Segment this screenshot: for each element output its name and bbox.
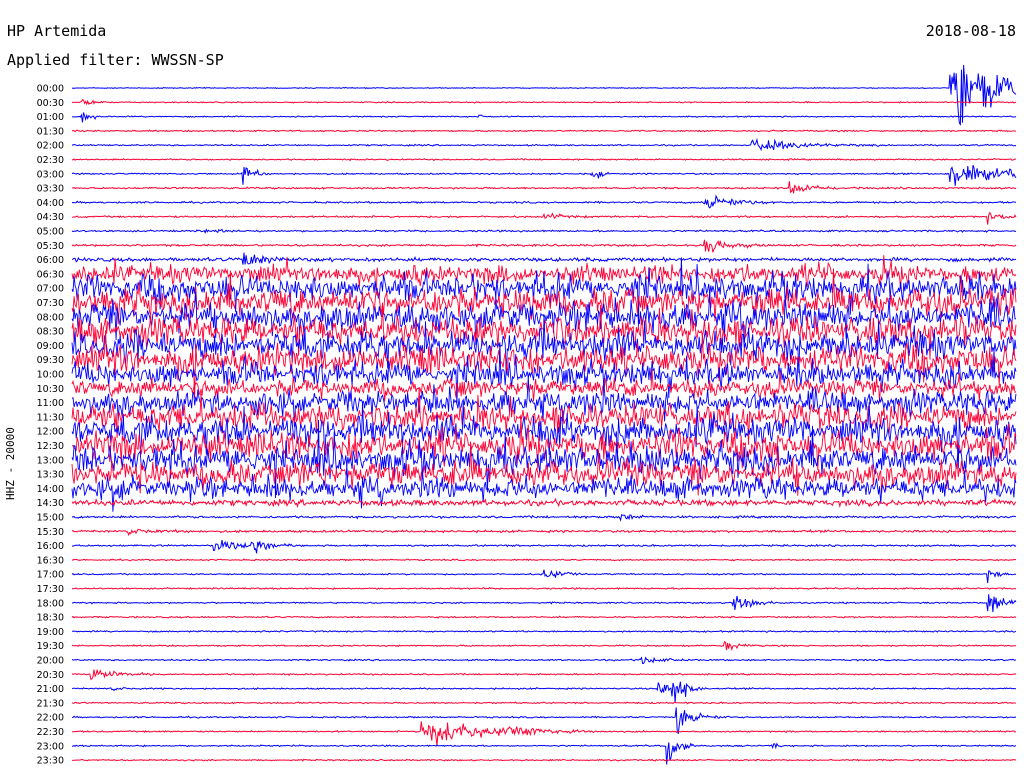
time-tick-label: 01:30 — [37, 126, 64, 137]
time-tick-label: 11:00 — [37, 398, 64, 409]
trace-line — [71, 758, 1017, 762]
trace-line — [71, 656, 1017, 665]
trace-line — [71, 669, 1017, 681]
trace-line — [71, 742, 1017, 765]
trace-line — [72, 629, 1017, 633]
trace-line — [71, 539, 1017, 554]
trace-line — [71, 239, 1017, 253]
time-tick-label: 03:30 — [37, 184, 64, 195]
time-tick-label: 02:00 — [37, 141, 64, 152]
time-tick-label: 12:00 — [37, 427, 64, 438]
trace-line — [71, 558, 1017, 562]
time-tick-label: 14:30 — [37, 498, 64, 509]
time-tick-label: 18:00 — [37, 598, 64, 609]
trace-line — [71, 514, 1017, 522]
time-tick-label: 10:30 — [37, 384, 64, 395]
time-tick-label: 23:00 — [37, 741, 64, 752]
time-tick-label: 10:00 — [37, 370, 64, 381]
time-tick-label: 06:30 — [37, 269, 64, 280]
trace-line — [71, 414, 1017, 471]
trace-line — [71, 129, 1016, 133]
trace-line — [71, 721, 1017, 746]
time-tick-label: 07:00 — [37, 284, 64, 295]
time-tick-label: 15:00 — [37, 513, 64, 524]
trace-line — [71, 707, 1017, 734]
trace-line — [71, 701, 1017, 705]
trace-line — [71, 98, 1017, 106]
trace-line — [71, 64, 1017, 126]
time-tick-label: 05:00 — [37, 227, 64, 238]
trace-line — [71, 681, 1016, 703]
time-tick-label: 22:00 — [37, 713, 64, 724]
time-tick-label: 08:30 — [37, 327, 64, 338]
time-tick-label: 20:30 — [37, 670, 64, 681]
time-tick-label: 00:30 — [37, 98, 64, 109]
trace-line — [71, 586, 1017, 591]
time-tick-label: 20:00 — [37, 656, 64, 667]
time-tick-label: 11:30 — [37, 412, 64, 423]
time-tick-label: 12:30 — [37, 441, 64, 452]
trace-line — [71, 330, 1017, 399]
time-tick-label: 16:30 — [37, 555, 64, 566]
trace-line — [71, 594, 1017, 613]
trace-line — [71, 211, 1017, 225]
time-tick-label: 01:00 — [37, 112, 64, 123]
time-tick-label: 04:00 — [37, 198, 64, 209]
time-tick-label: 07:30 — [37, 298, 64, 309]
time-tick-label: 19:30 — [37, 641, 64, 652]
trace-line — [71, 497, 1017, 509]
time-tick-label: 04:30 — [37, 212, 64, 223]
time-tick-label: 03:00 — [37, 169, 64, 180]
seismogram-traces — [71, 64, 1017, 765]
time-tick-label: 08:00 — [37, 312, 64, 323]
helicorder-chart: 00:00 00:30 01:00 01:30 02:00 02:30 03:00 03:30… — [37, 64, 1017, 767]
time-tick-label: 17:30 — [37, 584, 64, 595]
time-tick-label: 19:00 — [37, 627, 64, 638]
time-tick-labels: 00:00 00:30 01:00 01:30 02:00 02:30 03:00 03:30… — [37, 84, 64, 767]
time-tick-label: 21:00 — [37, 684, 64, 695]
trace-line — [71, 194, 1016, 209]
trace-line — [72, 252, 1017, 265]
trace-line — [71, 165, 1017, 186]
time-tick-label: 16:00 — [37, 541, 64, 552]
time-tick-label: 09:00 — [37, 341, 64, 352]
time-tick-label: 17:00 — [37, 570, 64, 581]
trace-line — [71, 615, 1017, 619]
time-tick-label: 13:30 — [37, 470, 64, 481]
trace-line — [71, 528, 1017, 537]
time-tick-label: 13:00 — [37, 455, 64, 466]
time-tick-label: 05:30 — [37, 241, 64, 252]
time-tick-label: 02:30 — [37, 155, 64, 166]
time-tick-label: 00:00 — [37, 84, 64, 95]
time-tick-label: 22:30 — [37, 727, 64, 738]
trace-line — [71, 640, 1017, 652]
time-tick-label: 14:00 — [37, 484, 64, 495]
trace-line — [71, 569, 1017, 584]
trace-line — [71, 228, 1017, 234]
trace-line — [71, 157, 1017, 162]
trace-line — [71, 137, 1017, 152]
time-tick-label: 18:30 — [37, 613, 64, 624]
time-tick-label: 06:00 — [37, 255, 64, 266]
trace-line — [71, 112, 1017, 123]
time-tick-label: 21:30 — [37, 698, 64, 709]
time-tick-label: 15:30 — [37, 527, 64, 538]
time-tick-label: 09:30 — [37, 355, 64, 366]
trace-line — [71, 181, 1017, 194]
time-tick-label: 23:30 — [37, 756, 64, 767]
